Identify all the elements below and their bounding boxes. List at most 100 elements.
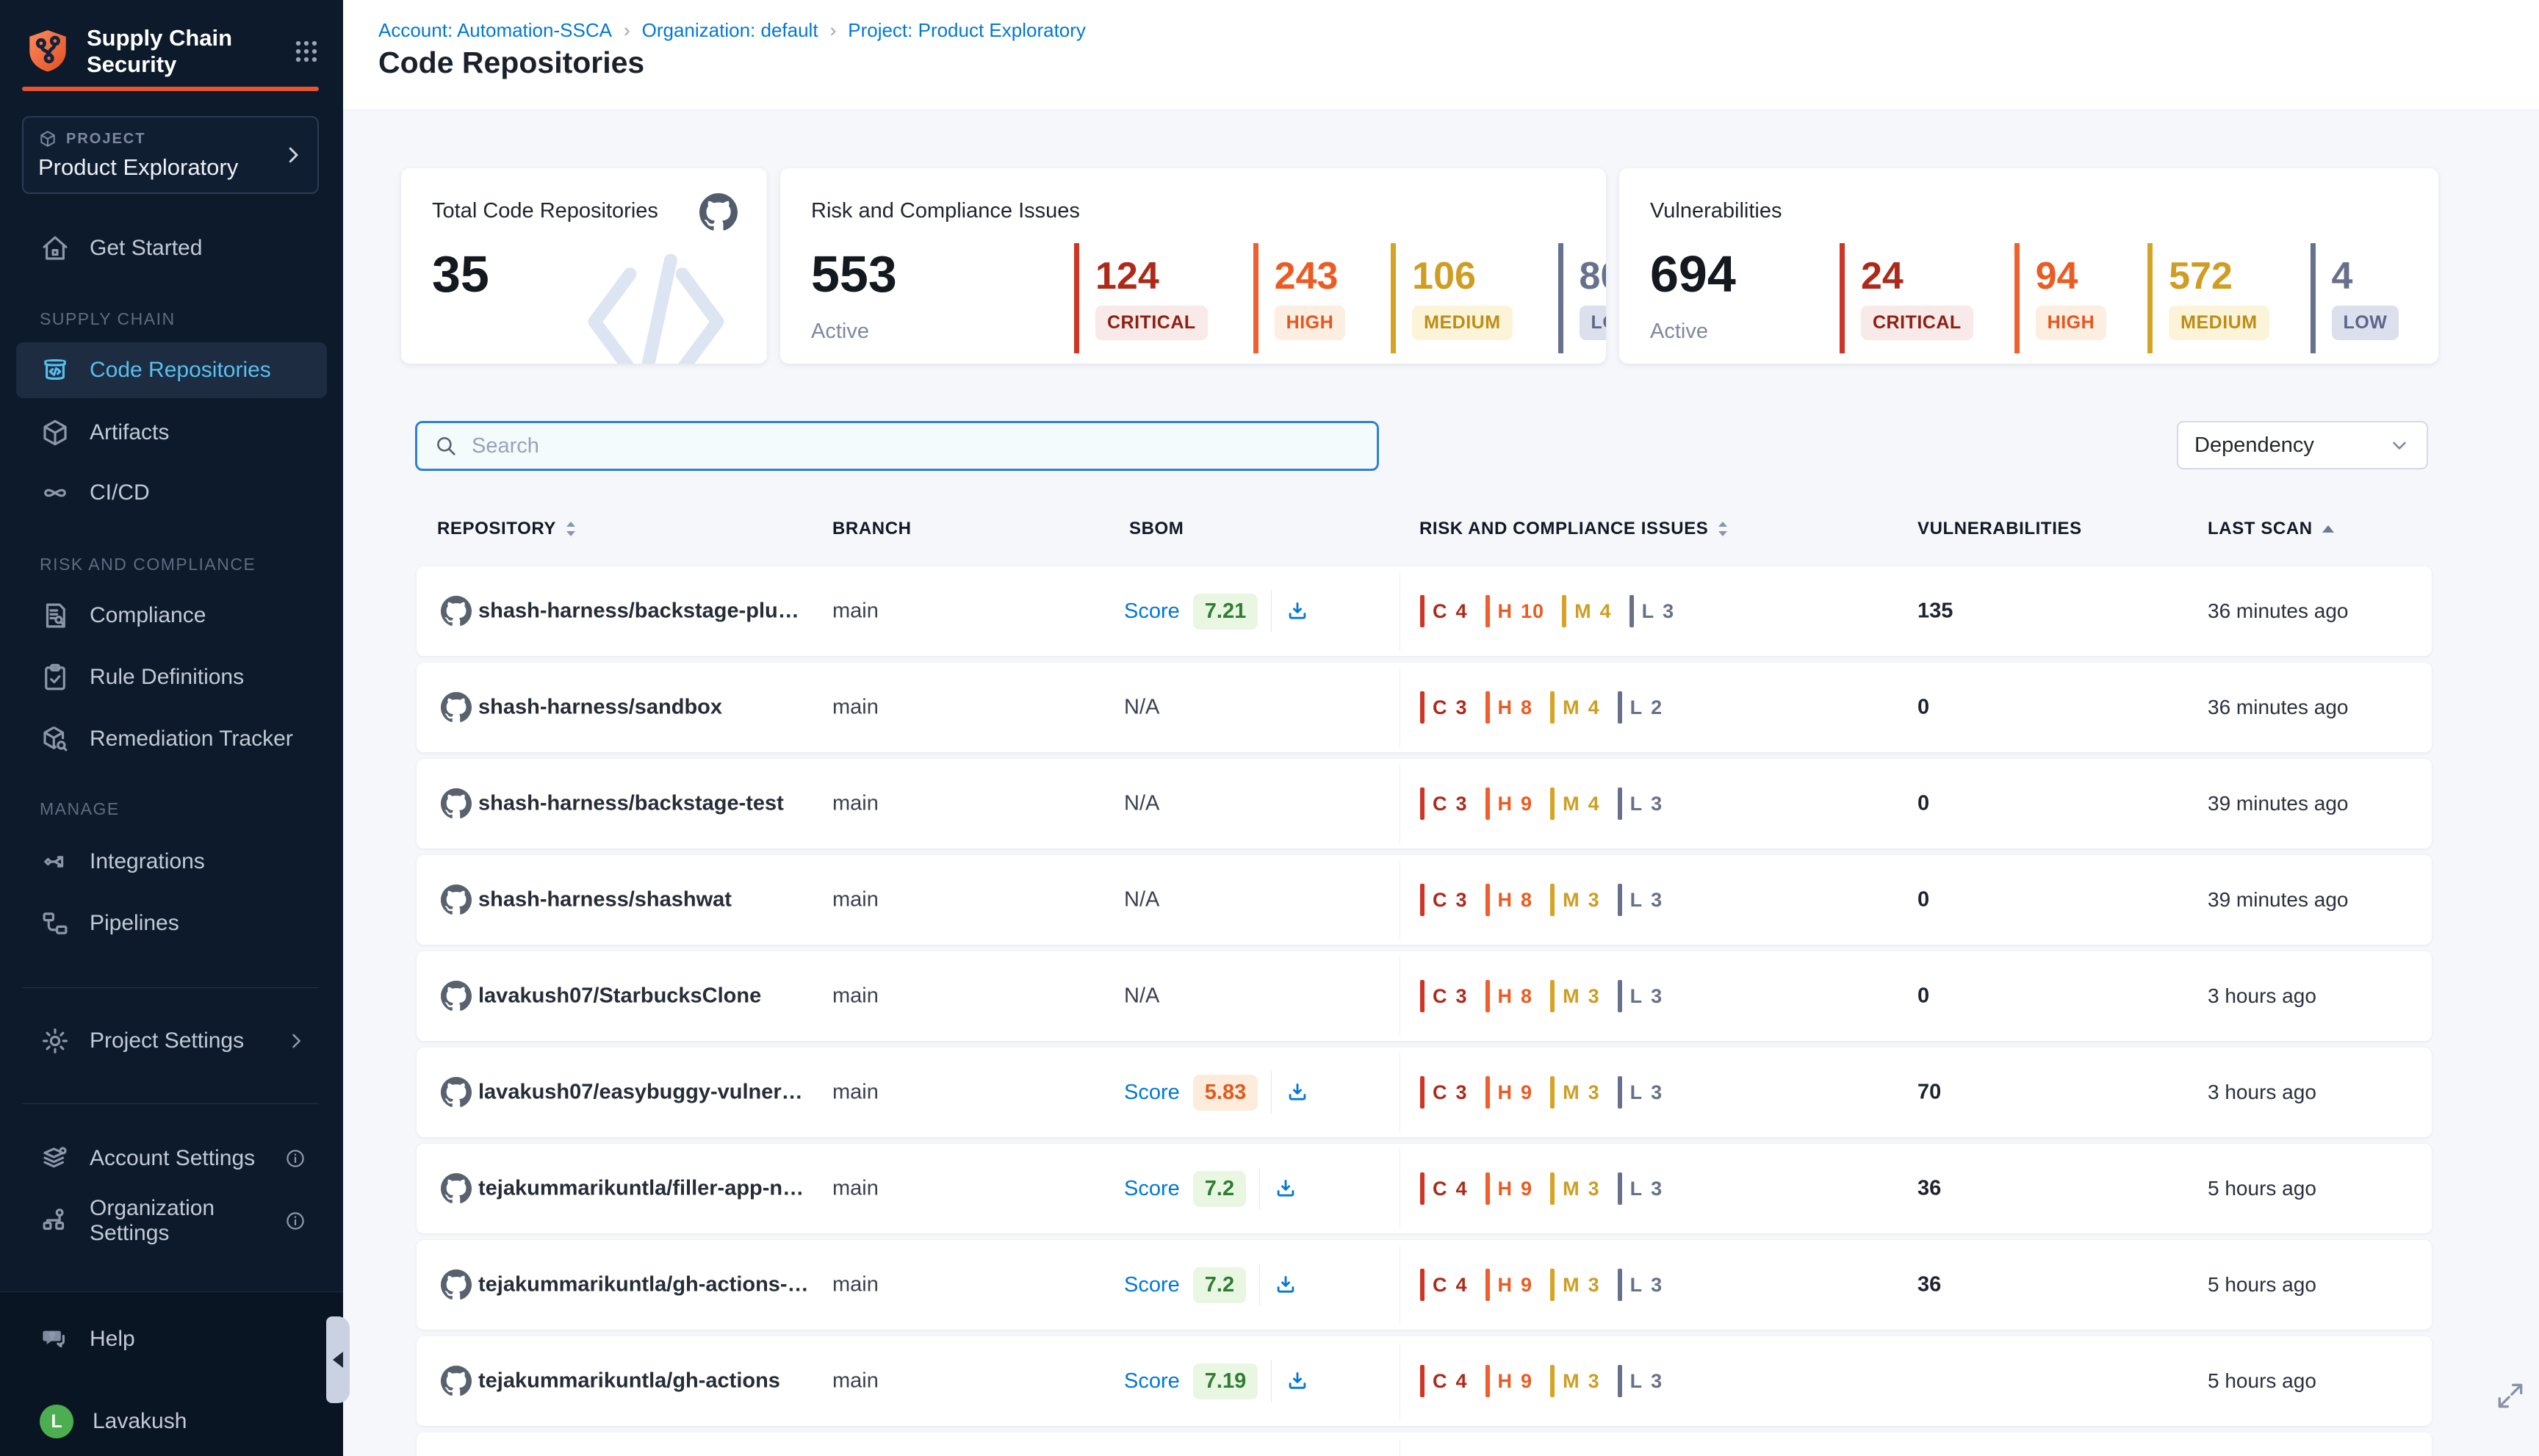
severity-count: 106 bbox=[1412, 257, 1512, 295]
divider bbox=[1271, 1071, 1272, 1114]
breadcrumb-organization[interactable]: Organization: default bbox=[642, 19, 818, 42]
sidebar-item-remediation-tracker[interactable]: Remediation Tracker bbox=[16, 711, 327, 767]
chevron-down-icon bbox=[2388, 434, 2410, 456]
severity-chip-critical: 24 CRITICAL bbox=[1840, 243, 1973, 353]
sidebar-collapse-handle[interactable] bbox=[326, 1316, 350, 1403]
repo-name[interactable]: tejakummarikuntla/filler-app-node bbox=[478, 1177, 809, 1201]
table-row[interactable]: tejakummarikuntla/gh-actions-artifacts m… bbox=[417, 1240, 2432, 1330]
vulnerabilities-count: 36 bbox=[1917, 1273, 1941, 1297]
column-sbom: SBOM bbox=[1129, 519, 1184, 539]
download-sbom-button[interactable] bbox=[1285, 599, 1310, 624]
svg-text:?: ? bbox=[49, 1331, 54, 1341]
severity-label: HIGH bbox=[2036, 306, 2107, 340]
severity-low: L3 bbox=[1618, 1172, 1663, 1205]
table-row[interactable]: shash-harness/backstage-test main N/A C3… bbox=[417, 759, 2432, 848]
github-icon bbox=[441, 1269, 472, 1300]
last-scan: 36 minutes ago bbox=[2208, 696, 2348, 719]
column-risk-compliance[interactable]: RISK AND COMPLIANCE ISSUES bbox=[1419, 519, 1730, 539]
repo-name[interactable]: shash-harness/shashwat bbox=[478, 888, 732, 912]
download-sbom-button[interactable] bbox=[1273, 1272, 1298, 1297]
download-sbom-button[interactable] bbox=[1273, 1176, 1298, 1201]
repo-name[interactable]: lavakush07/StarbucksClone bbox=[478, 984, 761, 1009]
severity-chip-medium: 572 MEDIUM bbox=[2147, 243, 2269, 353]
page-title: Code Repositories bbox=[378, 46, 644, 80]
github-icon bbox=[441, 788, 472, 819]
table-row[interactable]: lavakush07/easybuggy-vulnerable-app... m… bbox=[417, 1048, 2432, 1137]
sidebar-section-supply-chain: SUPPLY CHAIN bbox=[40, 309, 176, 329]
sidebar-item-label: Get Started bbox=[90, 236, 202, 261]
download-sbom-button[interactable] bbox=[1285, 1080, 1310, 1105]
sidebar-item-account-settings[interactable]: Account Settings bbox=[16, 1131, 327, 1186]
sidebar-section-risk-compliance: RISK AND COMPLIANCE bbox=[40, 555, 256, 574]
table-row[interactable]: shash-harness/shashwat main N/A C3 H8 M3… bbox=[417, 855, 2432, 945]
sidebar-item-cicd[interactable]: CI/CD bbox=[16, 465, 327, 521]
sidebar-item-get-started[interactable]: Get Started bbox=[16, 220, 327, 276]
breadcrumb-account[interactable]: Account: Automation-SSCA bbox=[378, 19, 612, 42]
table-row[interactable]: tejakummarikuntla/gh-actions main Score … bbox=[417, 1336, 2432, 1426]
sbom-cell: N/A bbox=[1124, 696, 1159, 720]
repo-name[interactable]: shash-harness/sandbox bbox=[478, 696, 722, 720]
project-cube-icon bbox=[38, 129, 57, 148]
sidebar-item-label: Remediation Tracker bbox=[90, 727, 293, 752]
severity-count: 4 bbox=[2332, 257, 2399, 295]
repo-name[interactable]: shash-harness/backstage-plugins bbox=[478, 599, 809, 624]
sidebar-item-artifacts[interactable]: Artifacts bbox=[16, 405, 327, 461]
project-selector[interactable]: PROJECT Product Exploratory bbox=[22, 116, 319, 194]
table-row[interactable]: lavakush07/argocd-hub-spoke-demo main N/… bbox=[417, 1432, 2432, 1456]
table-row[interactable]: shash-harness/backstage-plugins main Sco… bbox=[417, 566, 2432, 656]
info-icon[interactable] bbox=[284, 1147, 306, 1170]
severity-low: L3 bbox=[1618, 788, 1663, 820]
app-grid-icon[interactable] bbox=[290, 35, 323, 68]
branch-name: main bbox=[832, 1369, 879, 1394]
repo-name[interactable]: lavakush07/easybuggy-vulnerable-app... bbox=[478, 1081, 809, 1105]
divider bbox=[1271, 590, 1272, 633]
table-row[interactable]: lavakush07/StarbucksClone main N/A C3 H8… bbox=[417, 951, 2432, 1041]
severity-high: H9 bbox=[1485, 1365, 1533, 1397]
app-root: Supply Chain Security PROJECT Product bbox=[0, 0, 2539, 1456]
vulnerabilities-count: 70 bbox=[1917, 1081, 1941, 1105]
breadcrumb-project[interactable]: Project: Product Exploratory bbox=[848, 19, 1086, 42]
download-sbom-button[interactable] bbox=[1285, 1369, 1310, 1394]
column-repository[interactable]: REPOSITORY bbox=[437, 519, 578, 539]
infinity-icon bbox=[40, 477, 71, 508]
column-label: BRANCH bbox=[832, 519, 912, 539]
column-label: VULNERABILITIES bbox=[1917, 519, 2082, 539]
github-icon bbox=[441, 1173, 472, 1204]
severity-medium: M3 bbox=[1550, 1269, 1600, 1301]
divider bbox=[1259, 1167, 1260, 1210]
repo-name[interactable]: tejakummarikuntla/gh-actions bbox=[478, 1369, 780, 1394]
sidebar-item-rule-definitions[interactable]: Rule Definitions bbox=[16, 649, 327, 705]
sidebar-item-compliance[interactable]: Compliance bbox=[16, 588, 327, 644]
sbom-score-value: 7.21 bbox=[1193, 594, 1258, 630]
sidebar-item-label: Integrations bbox=[90, 849, 205, 874]
sidebar-item-code-repositories[interactable]: Code Repositories bbox=[16, 342, 327, 398]
launcher-resize-icon[interactable] bbox=[2494, 1380, 2527, 1412]
github-icon bbox=[441, 1077, 472, 1108]
table-row[interactable]: tejakummarikuntla/filler-app-node main S… bbox=[417, 1144, 2432, 1233]
filter-dropdown[interactable]: Dependency bbox=[2177, 421, 2428, 469]
column-label: REPOSITORY bbox=[437, 519, 556, 539]
repo-name[interactable]: shash-harness/backstage-test bbox=[478, 792, 784, 816]
column-last-scan[interactable]: LAST SCAN bbox=[2208, 519, 2336, 539]
sidebar-item-help[interactable]: ? Help bbox=[16, 1311, 327, 1367]
breadcrumb-separator: › bbox=[830, 19, 837, 42]
project-label: PROJECT bbox=[66, 131, 145, 148]
sidebar-item-project-settings[interactable]: Project Settings bbox=[16, 1013, 327, 1069]
table-row[interactable]: shash-harness/sandbox main N/A C3 H8 M4 … bbox=[417, 663, 2432, 752]
sidebar-item-user[interactable]: L Lavakush bbox=[16, 1394, 327, 1449]
search-input[interactable] bbox=[472, 434, 1361, 458]
info-icon[interactable] bbox=[284, 1210, 306, 1232]
sidebar-item-integrations[interactable]: Integrations bbox=[16, 834, 327, 890]
sidebar-item-label: Artifacts bbox=[90, 420, 169, 445]
column-label: RISK AND COMPLIANCE ISSUES bbox=[1419, 519, 1708, 539]
severity-critical: C4 bbox=[1420, 595, 1468, 627]
sidebar-item-pipelines[interactable]: Pipelines bbox=[16, 895, 327, 951]
sidebar-item-organization-settings[interactable]: Organization Settings bbox=[16, 1193, 327, 1249]
code-repository-icon bbox=[40, 355, 71, 386]
search-box[interactable] bbox=[415, 421, 1379, 471]
severity-count: 243 bbox=[1275, 257, 1346, 295]
severity-high: H10 bbox=[1485, 595, 1545, 627]
severity-high: H9 bbox=[1485, 1076, 1533, 1109]
repo-name[interactable]: tejakummarikuntla/gh-actions-artifacts bbox=[478, 1273, 809, 1297]
sbom-cell: N/A bbox=[1124, 792, 1159, 816]
